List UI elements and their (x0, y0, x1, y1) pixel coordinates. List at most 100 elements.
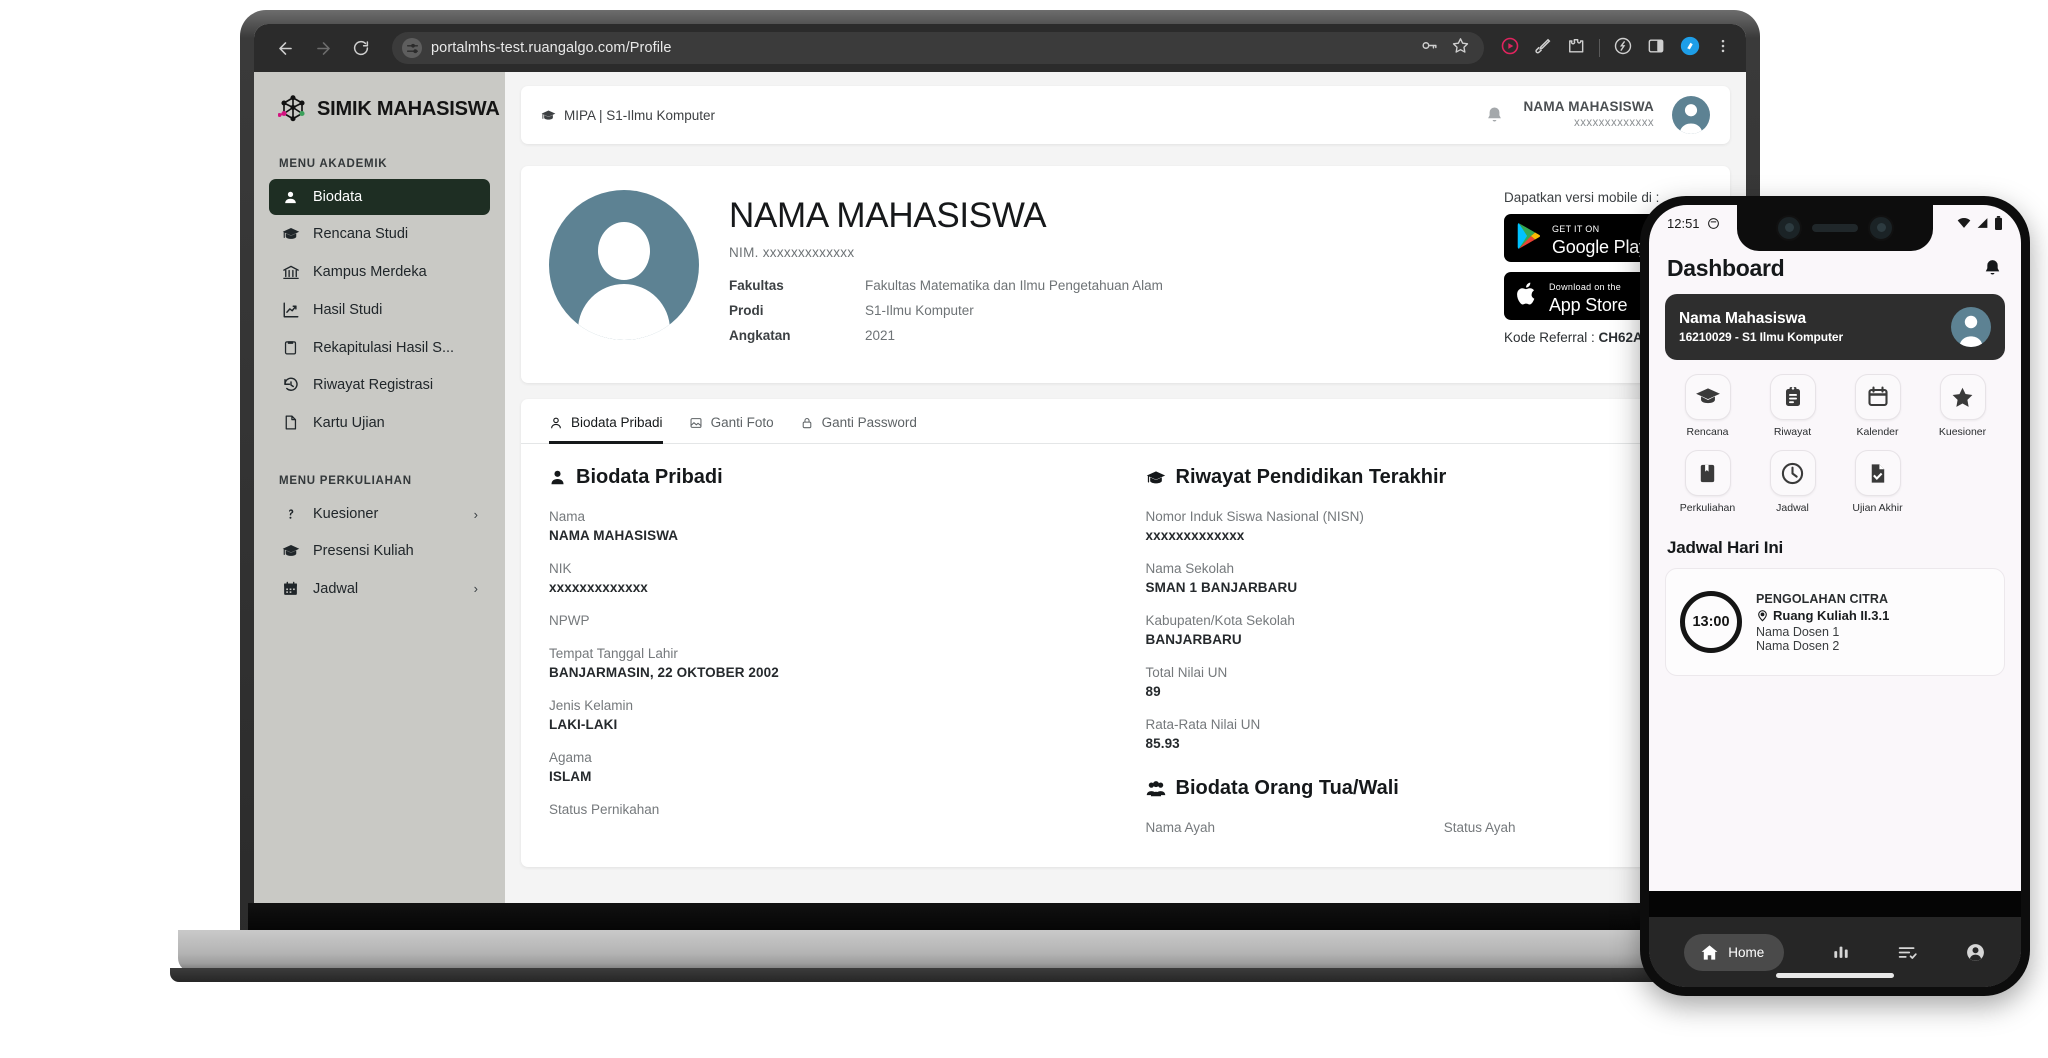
lock-icon (800, 416, 814, 430)
record-extension-icon[interactable] (1500, 36, 1520, 61)
sidebar-item-hasil-studi[interactable]: Hasil Studi (269, 291, 490, 329)
side-panel-icon[interactable] (1646, 36, 1666, 61)
sidebar-item-label: Hasil Studi (313, 302, 383, 318)
sidebar-item-rencana-studi[interactable]: Rencana Studi (269, 215, 490, 253)
field-agama: Agama ISLAM (549, 750, 1106, 784)
tab-biodata-pribadi[interactable]: Biodata Pribadi (549, 415, 663, 444)
laptop-screen: portalmhs-test.ruangalgo.com/Profile SIM… (254, 24, 1746, 917)
detail-card: Biodata Pribadi Ganti Foto Ganti Passwor… (521, 399, 1730, 867)
back-icon[interactable] (268, 31, 302, 65)
field-value: BANJARBARU (1145, 632, 1242, 647)
sidebar-item-label: Riwayat Registrasi (313, 377, 434, 393)
section-title-text: Biodata Orang Tua/Wali (1175, 777, 1399, 799)
site-info-icon[interactable] (402, 38, 422, 58)
graduation-cap-icon (281, 225, 300, 243)
bell-icon[interactable] (1982, 258, 2003, 279)
schedule-time: 13:00 (1680, 591, 1742, 653)
password-key-icon[interactable] (1420, 36, 1439, 60)
tab-ganti-foto[interactable]: Ganti Foto (689, 415, 774, 444)
laptop-base (178, 930, 1824, 972)
chrome-menu-icon[interactable] (1714, 37, 1732, 60)
phone-menu-kalender[interactable]: Kalender (1835, 374, 1920, 438)
row-key: Fakultas (729, 278, 784, 293)
leaf-extension-icon[interactable] (1613, 36, 1633, 61)
phone-nav-tasks[interactable] (1897, 942, 1918, 963)
sidebar-item-kartu-ujian[interactable]: Kartu Ujian (269, 404, 490, 441)
user-icon (281, 190, 300, 205)
graduation-cap-icon (1146, 468, 1166, 488)
phone-nav-account[interactable] (1965, 942, 1986, 963)
sidebar-item-label: Kartu Ujian (313, 414, 385, 431)
phone-user-name: Nama Mahasiswa (1679, 310, 1806, 327)
row-value: S1-Ilmu Komputer (865, 303, 974, 318)
sidebar-item-label: Kampus Merdeka (313, 264, 427, 280)
field-label: Nomor Induk Siswa Nasional (NISN) (1145, 509, 1364, 524)
menu-label: Kuesioner (1938, 426, 1987, 438)
reload-icon[interactable] (344, 31, 378, 65)
forward-icon[interactable] (306, 31, 340, 65)
home-indicator (1776, 973, 1894, 978)
sidebar-item-rekapitulasi[interactable]: Rekapitulasi Hasil S... (269, 329, 490, 366)
bookmark-star-icon[interactable] (1451, 36, 1470, 60)
topbar-right: NAMA MAHASISWA xxxxxxxxxxxxx (1484, 96, 1710, 134)
row-key: Angkatan (729, 328, 791, 343)
breadcrumb: MIPA | S1-Ilmu Komputer (541, 108, 715, 123)
sidebar-item-riwayat-registrasi[interactable]: Riwayat Registrasi (269, 366, 490, 404)
address-bar[interactable]: portalmhs-test.ruangalgo.com/Profile (392, 32, 1484, 64)
schedule-card[interactable]: 13:00 PENGOLAHAN CITRA Ruang Kuliah II.3… (1665, 568, 2005, 676)
field-value: NAMA MAHASISWA (549, 528, 679, 543)
laptop-lid: portalmhs-test.ruangalgo.com/Profile SIM… (240, 10, 1760, 945)
phone-menu-rencana[interactable]: Rencana (1665, 374, 1750, 438)
menu-label: Riwayat (1773, 426, 1812, 438)
image-icon (689, 416, 703, 430)
bell-icon[interactable] (1484, 105, 1505, 126)
field-label: Nama (549, 509, 586, 524)
avatar-body (578, 284, 670, 340)
phone-menu-perkuliahan[interactable]: Perkuliahan (1665, 450, 1750, 514)
status-time: 12:51 (1667, 215, 1700, 231)
file-check-icon (1854, 450, 1901, 496)
phone-menu-kuesioner[interactable]: Kuesioner (1920, 374, 2005, 438)
user-info[interactable]: NAMA MAHASISWA xxxxxxxxxxxxx (1523, 99, 1654, 130)
puzzle-extensions-icon[interactable] (1566, 36, 1586, 61)
sidebar-item-presensi-kuliah[interactable]: Presensi Kuliah (269, 532, 490, 570)
phone-menu-jadwal[interactable]: Jadwal (1750, 450, 1835, 514)
wifi-icon (1957, 217, 1971, 229)
sidebar-item-biodata[interactable]: Biodata (269, 179, 490, 215)
toolbar-divider (1599, 39, 1600, 57)
section-title-biodata: Biodata Pribadi (549, 466, 1106, 489)
badge-main: App Store (1549, 294, 1628, 315)
phone-menu-riwayat[interactable]: Riwayat (1750, 374, 1835, 438)
field-label: Kabupaten/Kota Sekolah (1145, 613, 1295, 628)
sidebar-item-kampus-merdeka[interactable]: Kampus Merdeka (269, 253, 490, 291)
phone-menu-ujian-akhir[interactable]: Ujian Akhir (1835, 450, 1920, 514)
field-value: LAKI-LAKI (549, 717, 618, 732)
tab-ganti-password[interactable]: Ganti Password (800, 415, 917, 444)
main-content: MIPA | S1-Ilmu Komputer NAMA MAHASISWA x… (505, 72, 1746, 917)
profile-avatar-icon[interactable] (1679, 35, 1701, 62)
brand-logo[interactable]: SIMIK MAHASISWA (254, 72, 505, 150)
calendar-icon (1854, 374, 1901, 420)
field-label: NIK (549, 561, 572, 576)
parents-fields: Nama Ayah Status Ayah (1146, 820, 1703, 857)
phone-nav-stats[interactable] (1831, 942, 1851, 962)
field-total-nilai-un: Total Nilai UN 89 (1146, 665, 1703, 699)
chevron-right-icon: › (473, 581, 478, 596)
sidebar-item-label: Jadwal (313, 580, 359, 597)
sidebar-item-label: Rekapitulasi Hasil S... (313, 339, 455, 356)
phone-user-card[interactable]: Nama Mahasiswa 16210029 - S1 Ilmu Komput… (1665, 294, 2005, 360)
sidebar: SIMIK MAHASISWA MENU AKADEMIK Biodata Re… (254, 72, 505, 917)
location-pin-icon (1756, 609, 1769, 622)
sidebar-item-kuesioner[interactable]: Kuesioner › (269, 496, 490, 532)
phone-nav-home[interactable]: Home (1684, 933, 1785, 971)
eyedropper-extension-icon[interactable] (1533, 36, 1553, 61)
phone-menu-empty (1920, 450, 2005, 514)
sidebar-item-jadwal[interactable]: Jadwal › (269, 570, 490, 607)
schedule-room-text: Ruang Kuliah II.3.1 (1773, 607, 1890, 623)
referral-label: Kode Referral : (1504, 330, 1599, 345)
apple-icon (1516, 280, 1539, 313)
book-bookmark-icon (1684, 450, 1731, 496)
schedule-course: PENGOLAHAN CITRA (1756, 591, 1889, 606)
avatar-head (598, 222, 650, 280)
avatar[interactable] (1672, 96, 1710, 134)
